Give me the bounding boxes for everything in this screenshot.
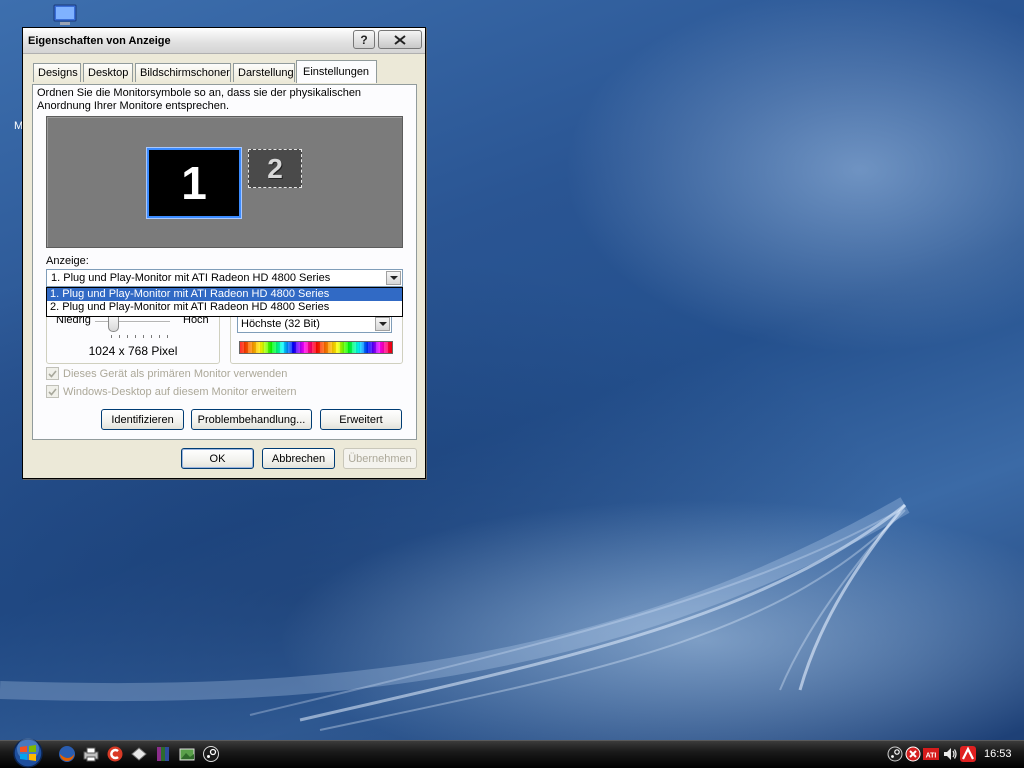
svg-text:ATI: ATI bbox=[926, 753, 937, 760]
checkmark-icon bbox=[48, 369, 57, 378]
volume-icon[interactable] bbox=[942, 746, 958, 762]
display-select-value: 1. Plug und Play-Monitor mit ATI Radeon … bbox=[51, 272, 331, 284]
diamond-icon[interactable] bbox=[130, 745, 148, 763]
identify-button[interactable]: Identifizieren bbox=[101, 409, 184, 430]
photo-icon[interactable] bbox=[178, 745, 196, 763]
extend-desktop-checkbox[interactable] bbox=[46, 385, 59, 398]
color-quality-value: Höchste (32 Bit) bbox=[241, 318, 320, 330]
color-quality-dropdown-button[interactable] bbox=[375, 317, 390, 331]
printer-icon[interactable] bbox=[82, 745, 100, 763]
close-icon bbox=[394, 34, 406, 45]
display-select-dropdown-button[interactable] bbox=[386, 271, 401, 285]
help-button[interactable]: ? bbox=[353, 30, 375, 49]
firefox-icon[interactable] bbox=[58, 745, 76, 763]
tab-appearance[interactable]: Darstellung bbox=[233, 63, 295, 82]
tab-settings[interactable]: Einstellungen bbox=[296, 60, 377, 83]
display-option-2[interactable]: 2. Plug und Play-Monitor mit ATI Radeon … bbox=[47, 301, 402, 314]
help-icon: ? bbox=[360, 32, 368, 47]
resolution-slider-thumb[interactable] bbox=[108, 315, 119, 332]
display-dropdown-list[interactable]: 1. Plug und Play-Monitor mit ATI Radeon … bbox=[46, 287, 403, 317]
resolution-value: 1024 x 768 Pixel bbox=[88, 344, 178, 358]
ccleaner-icon[interactable] bbox=[106, 745, 124, 763]
chevron-down-icon bbox=[389, 276, 398, 280]
apply-button[interactable]: Übernehmen bbox=[343, 448, 417, 469]
monitor-1[interactable]: 1 bbox=[147, 148, 241, 218]
ok-button[interactable]: OK bbox=[181, 448, 254, 469]
taskbar-clock: 16:53 bbox=[984, 748, 1012, 760]
display-label: Anzeige: bbox=[46, 255, 89, 267]
cancel-button[interactable]: Abbrechen bbox=[262, 448, 335, 469]
start-button[interactable] bbox=[8, 736, 48, 768]
color-quality-select[interactable]: Höchste (32 Bit) bbox=[237, 315, 392, 333]
troubleshoot-button[interactable]: Problembehandlung... bbox=[191, 409, 312, 430]
extend-desktop-label: Windows-Desktop auf diesem Monitor erwei… bbox=[63, 386, 297, 398]
monitor-arrangement-area[interactable]: 1 2 bbox=[46, 116, 403, 248]
display-option-1[interactable]: 1. Plug und Play-Monitor mit ATI Radeon … bbox=[47, 288, 402, 301]
display-select[interactable]: 1. Plug und Play-Monitor mit ATI Radeon … bbox=[46, 269, 403, 287]
steam-icon[interactable] bbox=[202, 745, 220, 763]
winrar-icon[interactable] bbox=[154, 745, 172, 763]
close-button[interactable] bbox=[378, 30, 422, 49]
security-icon[interactable] bbox=[905, 746, 921, 762]
my-computer-icon[interactable] bbox=[50, 4, 80, 28]
color-preview-bar bbox=[239, 341, 393, 354]
monitor-2[interactable]: 2 bbox=[248, 149, 302, 188]
steam-tray-icon[interactable] bbox=[887, 746, 903, 762]
monitor-2-number: 2 bbox=[267, 152, 283, 184]
resolution-slider-track[interactable] bbox=[95, 321, 170, 323]
display-properties-dialog: Eigenschaften von Anzeige ? Designs Desk… bbox=[22, 27, 426, 479]
ati-icon[interactable]: ATI bbox=[923, 746, 939, 762]
antivir-icon[interactable] bbox=[960, 746, 976, 762]
advanced-button[interactable]: Erweitert bbox=[320, 409, 402, 430]
window-title: Eigenschaften von Anzeige bbox=[28, 35, 171, 47]
primary-monitor-checkbox[interactable] bbox=[46, 367, 59, 380]
tab-desktop[interactable]: Desktop bbox=[83, 63, 133, 82]
monitor-1-number: 1 bbox=[181, 157, 207, 209]
title-bar[interactable]: Eigenschaften von Anzeige ? bbox=[23, 28, 425, 54]
tab-screensaver[interactable]: Bildschirmschoner bbox=[135, 63, 231, 82]
arrangement-instruction: Ordnen Sie die Monitorsymbole so an, das… bbox=[37, 87, 362, 112]
resolution-slider-ticks bbox=[111, 335, 171, 339]
tab-designs[interactable]: Designs bbox=[33, 63, 81, 82]
chevron-down-icon bbox=[378, 322, 387, 326]
checkmark-icon bbox=[48, 387, 57, 396]
primary-monitor-label: Dieses Gerät als primären Monitor verwen… bbox=[63, 368, 288, 380]
